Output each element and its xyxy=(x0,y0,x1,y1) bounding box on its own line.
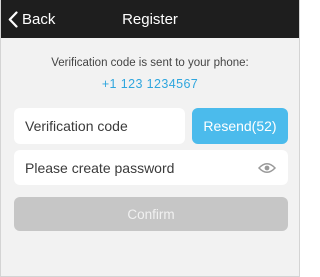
register-screen: Back Register Verification code is sent … xyxy=(0,0,300,277)
navigation-bar: Back Register xyxy=(1,0,299,38)
password-field[interactable] xyxy=(14,150,288,185)
password-input[interactable] xyxy=(14,150,288,185)
back-button[interactable]: Back xyxy=(8,0,55,38)
confirm-button[interactable]: Confirm xyxy=(14,197,288,231)
phone-number: +1 123 1234567 xyxy=(101,77,199,91)
back-label: Back xyxy=(22,10,56,28)
verification-notice: Verification code is sent to your phone: xyxy=(51,57,249,69)
resend-button[interactable]: Resend(52) xyxy=(192,108,288,144)
verification-code-field[interactable] xyxy=(14,108,185,144)
chevron-left-icon xyxy=(8,10,18,28)
eye-icon[interactable] xyxy=(258,162,276,174)
verification-code-input[interactable] xyxy=(14,108,185,144)
